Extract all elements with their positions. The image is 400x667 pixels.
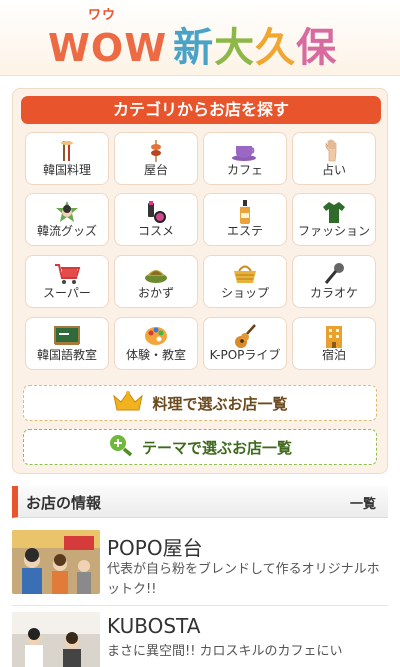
- coffee-cup-icon: [231, 139, 259, 163]
- shop-name: POPO屋台: [107, 536, 203, 560]
- shop-description: 代表が自ら粉をブレンドして作るオリジナルホットク!!: [107, 562, 380, 597]
- oil-bottle-icon: [231, 200, 259, 224]
- logo-reading: ワウ: [88, 8, 117, 23]
- category-lodging[interactable]: 宿泊: [292, 317, 376, 370]
- category-panel: カテゴリからお店を探す 韓国料理 屋台 カフェ 占い 韓流グッズ コスメ エステ…: [12, 88, 388, 474]
- skewer-icon: [142, 139, 170, 163]
- shop-list-link[interactable]: 一覧: [350, 493, 376, 512]
- category-fashion[interactable]: ファッション: [292, 193, 376, 246]
- category-shop[interactable]: ショップ: [203, 255, 287, 308]
- site-logo[interactable]: ワウ WOW 新大久保: [48, 8, 338, 71]
- building-icon: [320, 324, 348, 348]
- category-korean-school[interactable]: 韓国語教室: [25, 317, 109, 370]
- category-yatai[interactable]: 屋台: [114, 132, 198, 185]
- guitar-icon: [231, 324, 259, 348]
- category-supermarket[interactable]: スーパー: [25, 255, 109, 308]
- category-experience[interactable]: 体験・教室: [114, 317, 198, 370]
- shopping-cart-icon: [53, 262, 81, 286]
- category-cosmetics[interactable]: コスメ: [114, 193, 198, 246]
- category-kpop-live[interactable]: K-POPライブ: [203, 317, 287, 370]
- shop-list-item[interactable]: KUBOSTA まさに異空間!! カロスキルのカフェにい: [12, 606, 388, 667]
- shop-name: KUBOSTA: [107, 614, 201, 638]
- category-side-dish[interactable]: おかず: [114, 255, 198, 308]
- category-esthetic[interactable]: エステ: [203, 193, 287, 246]
- palette-icon: [142, 324, 170, 348]
- category-karaoke[interactable]: カラオケ: [292, 255, 376, 308]
- shop-list-item[interactable]: POPO屋台 代表が自ら粉をブレンドして作るオリジナルホットク!!: [12, 524, 388, 606]
- category-panel-title: カテゴリからお店を探す: [21, 96, 381, 124]
- chopsticks-icon: [53, 139, 81, 163]
- cosmetics-icon: [142, 200, 170, 224]
- blackboard-icon: [53, 324, 81, 348]
- shop-info-title: お店の情報: [26, 494, 102, 512]
- logo-shinokubo-text: 新大久保: [173, 25, 338, 71]
- list-by-food-button[interactable]: 料理で選ぶお店一覧: [23, 385, 377, 421]
- list-by-theme-button[interactable]: テーマで選ぶお店一覧: [23, 429, 377, 465]
- basket-icon: [231, 262, 259, 286]
- shop-info-header: お店の情報 一覧: [12, 486, 388, 518]
- category-fortune[interactable]: 占い: [292, 132, 376, 185]
- category-korean-food[interactable]: 韓国料理: [25, 132, 109, 185]
- list-by-food-label: 料理で選ぶお店一覧: [152, 394, 288, 413]
- category-cafe[interactable]: カフェ: [203, 132, 287, 185]
- magnifier-icon: [108, 433, 134, 462]
- shop-thumbnail: [12, 530, 100, 594]
- list-by-theme-label: テーマで選ぶお店一覧: [141, 438, 292, 457]
- app-header: ワウ WOW 新大久保: [0, 0, 400, 76]
- crown-icon: [112, 390, 144, 417]
- side-dish-icon: [142, 262, 170, 286]
- shirt-icon: [320, 200, 348, 224]
- category-korean-goods[interactable]: 韓流グッズ: [25, 193, 109, 246]
- logo-wow-text: WOW: [48, 26, 168, 70]
- shop-thumbnail: [12, 612, 100, 667]
- shop-description: まさに異空間!! カロスキルのカフェにい: [107, 644, 343, 659]
- microphone-icon: [320, 262, 348, 286]
- palm-icon: [320, 139, 348, 163]
- star-photo-icon: [53, 200, 81, 224]
